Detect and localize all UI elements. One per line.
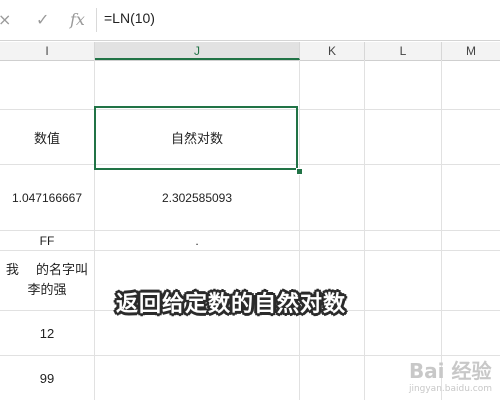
formula-bar: × ✓ fx =LN(10) <box>0 0 500 41</box>
watermark-logo: Bai 经验 <box>408 359 492 383</box>
cell-i-12[interactable]: 12 <box>0 311 94 355</box>
insert-function-icon[interactable]: fx <box>70 10 85 29</box>
cell-i-header[interactable]: 数值 <box>0 110 94 164</box>
cell-j-value[interactable]: 2.302585093 <box>95 165 299 230</box>
fill-handle[interactable] <box>296 168 303 175</box>
cell-i-value[interactable]: 1.047166667 <box>0 165 94 230</box>
formula-input[interactable]: =LN(10) <box>104 10 155 26</box>
gridline <box>0 250 500 251</box>
formula-bar-divider <box>96 8 97 32</box>
column-header-k[interactable]: K <box>300 42 365 60</box>
column-header-l[interactable]: L <box>365 42 442 60</box>
formula-bar-icons: × ✓ fx <box>0 0 96 40</box>
watermark-url: jingyan.baidu.com <box>408 384 492 394</box>
column-header-j[interactable]: J <box>95 42 300 60</box>
cell-i-name[interactable]: 我 的名字叫 李的强 <box>0 256 94 306</box>
active-cell-selection <box>94 106 298 170</box>
cell-text-line: 我 的名字叫 <box>5 263 89 278</box>
cell-j-error[interactable]: . <box>95 231 299 250</box>
column-header-m[interactable]: M <box>442 42 500 60</box>
video-caption: 返回给定数的自然对数 <box>116 292 347 317</box>
cell-text-line: 李的强 <box>27 283 67 298</box>
cell-i-99[interactable]: 99 <box>0 356 94 400</box>
confirm-icon[interactable]: ✓ <box>36 10 49 29</box>
cell-i-ff[interactable]: FF <box>0 231 94 250</box>
cancel-icon[interactable]: × <box>0 10 11 29</box>
column-header-i[interactable]: I <box>0 42 95 60</box>
column-headers: I J K L M <box>0 42 500 61</box>
watermark: Bai 经验 jingyan.baidu.com <box>409 355 492 394</box>
